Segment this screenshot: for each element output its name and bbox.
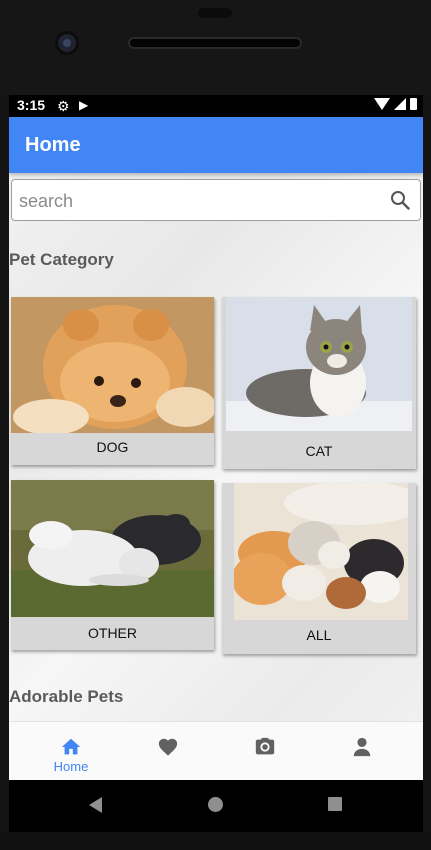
nav-label-home: Home (53, 759, 89, 774)
category-label-cat: CAT (305, 443, 333, 459)
dog-illustration (11, 297, 214, 433)
category-card-dog[interactable]: DOG (11, 297, 214, 465)
earpiece-speaker (128, 37, 302, 49)
status-indicators (374, 98, 417, 110)
speaker-slot (198, 8, 232, 18)
home-circle-icon[interactable] (208, 797, 223, 812)
category-label-all: ALL (306, 627, 332, 643)
section-title-pet-category: Pet Category (9, 250, 114, 269)
phone-bezel-top (0, 0, 431, 95)
search-input[interactable] (17, 188, 381, 214)
section-title-adorable-pets: Adorable Pets (9, 687, 124, 706)
app-screen: Home Pet Category DOG (9, 117, 423, 780)
gear-icon: ⚙ (57, 98, 70, 114)
category-label-dog: DOG (96, 439, 129, 455)
heart-icon[interactable] (157, 736, 179, 758)
pomeranian-puppy-photo (11, 297, 214, 433)
system-navigation-bar (9, 780, 423, 832)
recent-apps-icon[interactable] (328, 797, 342, 811)
app-bar: Home (9, 117, 423, 173)
bottom-navigation: Home (9, 721, 423, 780)
rabbits-illustration (11, 480, 214, 617)
rabbits-on-grass-photo (11, 480, 214, 617)
page-title: Home (25, 134, 81, 156)
camera-icon[interactable] (254, 736, 276, 758)
signal-icon (394, 98, 406, 110)
home-icon[interactable] (60, 736, 82, 758)
category-card-other[interactable]: OTHER (11, 480, 214, 650)
category-card-all[interactable]: ALL (222, 483, 416, 654)
nav-tab-favorites[interactable] (116, 722, 220, 780)
person-icon[interactable] (351, 736, 373, 758)
nav-tab-profile[interactable] (310, 722, 414, 780)
front-camera (58, 34, 76, 52)
nav-tab-home[interactable]: Home (19, 722, 123, 780)
search-bar[interactable] (11, 179, 421, 221)
phone-bezel-bottom (0, 832, 431, 850)
tabby-kitten-photo (226, 297, 412, 431)
play-store-icon: ▶ (79, 98, 89, 112)
battery-icon (410, 98, 417, 110)
status-time: 3:15 (17, 97, 46, 113)
back-icon[interactable] (89, 797, 102, 813)
category-label-other: OTHER (88, 625, 137, 641)
category-card-cat[interactable]: CAT (222, 297, 416, 469)
search-icon[interactable] (390, 190, 410, 210)
cat-illustration (226, 297, 412, 431)
nav-tab-camera[interactable] (213, 722, 317, 780)
pets-group-illustration (234, 483, 408, 620)
cats-and-dogs-photo (234, 483, 408, 620)
wifi-icon (374, 98, 390, 110)
status-bar: 3:15 ⚙ ▶ (9, 95, 423, 117)
